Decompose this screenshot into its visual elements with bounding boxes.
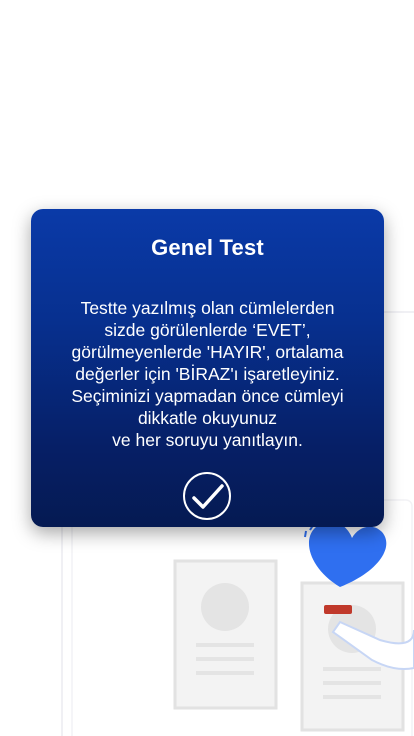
instruction-line: dikkatle okuyunuz [137, 408, 278, 428]
document-icon [173, 559, 278, 710]
instruction-line: Testte yazılmış olan cümlelerden [80, 298, 335, 318]
instruction-line: sizde görülenlerde ‘EVET’, [104, 320, 311, 340]
instruction-line: Seçiminizi yapmadan önce cümleyi [71, 386, 344, 406]
instructions-dialog: Genel Test Testte yazılmış olan cümleler… [31, 209, 384, 527]
confirm-button[interactable] [183, 472, 231, 520]
instruction-line: değerler için 'BİRAZ'ı işaretleyiniz. [75, 364, 340, 384]
dialog-instructions: Testte yazılmış olan cümlelerden sizde g… [43, 297, 372, 451]
instruction-line: görülmeyenlerde 'HAYIR', ortalama [71, 342, 344, 362]
dialog-title: Genel Test [151, 235, 264, 260]
checkmark-icon [192, 484, 224, 509]
instruction-line: ve her soruyu yanıtlayın. [112, 430, 303, 450]
